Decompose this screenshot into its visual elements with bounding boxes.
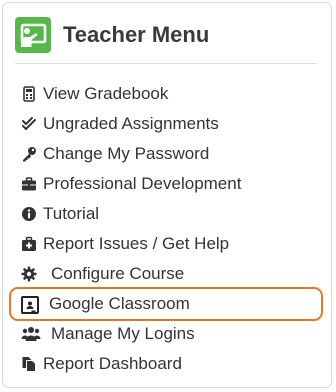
menu-header: Teacher Menu [15, 15, 325, 55]
teacher-menu-panel: Teacher Menu View Gradebook Ungraded Ass… [2, 2, 332, 388]
copy-documents-icon [21, 356, 37, 372]
menu-item-label: Report Dashboard [43, 354, 182, 373]
menu-item-report-issues[interactable]: Report Issues / Get Help [11, 229, 323, 259]
menu-item-view-gradebook[interactable]: View Gradebook [11, 79, 323, 109]
menu-item-configure-course[interactable]: Configure Course [11, 259, 323, 289]
menu-item-google-classroom[interactable]: Google Classroom [9, 287, 323, 321]
calculator-icon [21, 86, 37, 102]
teacher-presentation-icon [15, 17, 51, 53]
menu-item-label: Report Issues / Get Help [43, 234, 230, 253]
menu-item-tutorial[interactable]: Tutorial [11, 199, 323, 229]
menu-item-label: Configure Course [51, 264, 185, 283]
menu-title: Teacher Menu [63, 22, 210, 47]
menu-item-change-password[interactable]: Change My Password [11, 139, 323, 169]
header-divider [15, 63, 317, 64]
users-icon [21, 326, 41, 342]
menu-item-label: Manage My Logins [51, 324, 195, 343]
menu-item-label: View Gradebook [43, 84, 169, 103]
menu-item-label: Tutorial [43, 204, 100, 223]
double-check-icon [21, 116, 37, 132]
menu-item-label: Google Classroom [49, 294, 190, 313]
medkit-icon [21, 236, 37, 252]
google-classroom-icon [21, 296, 39, 314]
menu-item-manage-logins[interactable]: Manage My Logins [11, 319, 323, 349]
briefcase-icon [21, 176, 37, 192]
menu-item-professional-development[interactable]: Professional Development [11, 169, 323, 199]
key-icon [21, 146, 37, 162]
menu-item-label: Professional Development [43, 174, 242, 193]
menu-item-ungraded-assignments[interactable]: Ungraded Assignments [11, 109, 323, 139]
info-circle-icon [21, 206, 37, 222]
menu-item-label: Ungraded Assignments [43, 114, 219, 133]
menu-item-report-dashboard[interactable]: Report Dashboard [11, 349, 323, 379]
gear-icon [21, 266, 37, 282]
menu-item-label: Change My Password [43, 144, 210, 163]
